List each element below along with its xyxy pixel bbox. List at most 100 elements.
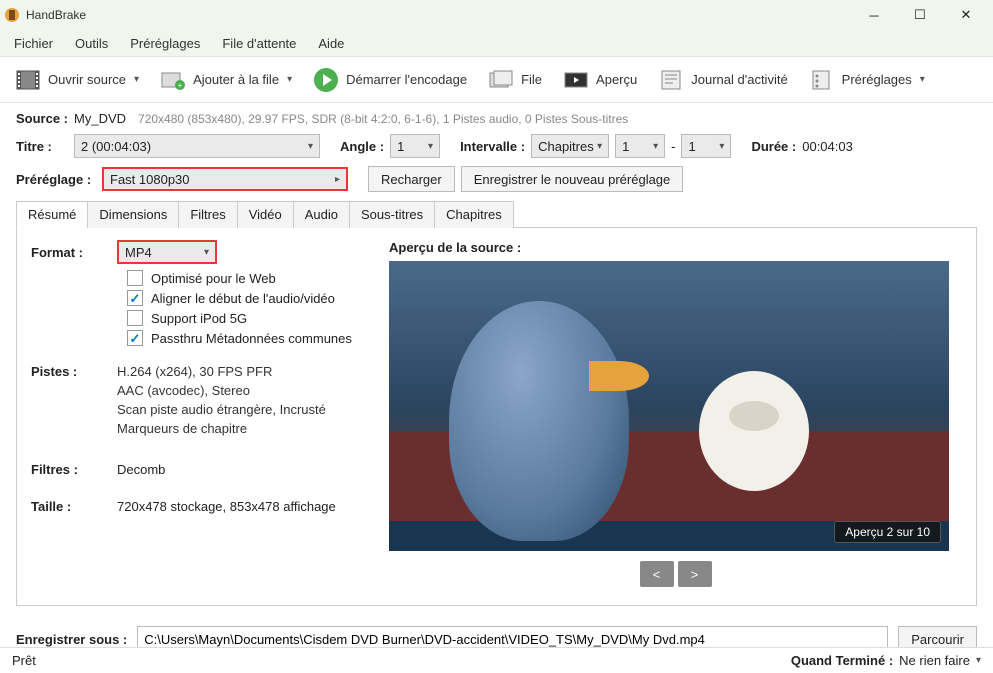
presets-button[interactable]: Préréglages ▾ [800, 62, 933, 98]
check-ipod5g[interactable]: Support iPod 5G [117, 310, 361, 326]
open-source-button[interactable]: Ouvrir source ▾ [6, 62, 147, 98]
activity-log-label: Journal d'activité [691, 72, 787, 87]
interval-from-value: 1 [622, 139, 629, 154]
presets-label: Préréglages [842, 72, 912, 87]
source-label: Source : [16, 111, 68, 126]
tracks-label: Pistes : [31, 364, 117, 440]
checkbox-icon [127, 290, 143, 306]
preview-badge: Aperçu 2 sur 10 [834, 521, 941, 543]
tab-video[interactable]: Vidéo [237, 201, 294, 228]
size-label: Taille : [31, 499, 117, 514]
interval-from-dropdown[interactable]: 1▾ [615, 134, 665, 158]
angle-dropdown[interactable]: 1▾ [390, 134, 440, 158]
statusbar: Prêt Quand Terminé : Ne rien faire ▾ [0, 647, 993, 673]
tab-chapitres[interactable]: Chapitres [434, 201, 514, 228]
interval-dash: - [671, 139, 675, 154]
open-source-label: Ouvrir source [48, 72, 126, 87]
menu-fichier[interactable]: Fichier [4, 32, 63, 55]
check-align-av[interactable]: Aligner le début de l'audio/vidéo [117, 290, 361, 306]
format-dropdown[interactable]: MP4 ▾ [117, 240, 217, 264]
preset-label: Préréglage : [16, 172, 96, 187]
play-icon [312, 66, 340, 94]
file-button[interactable]: File [479, 62, 550, 98]
preview-next-button[interactable]: > [678, 561, 712, 587]
preset-value: Fast 1080p30 [110, 172, 190, 187]
interval-to-dropdown[interactable]: 1▾ [681, 134, 731, 158]
check-passthru-meta[interactable]: Passthru Métadonnées communes [117, 330, 361, 346]
angle-label: Angle : [340, 139, 384, 154]
chevron-down-icon: ▾ [719, 141, 724, 152]
preview-prev-button[interactable]: < [640, 561, 674, 587]
toolbar: Ouvrir source ▾ + Ajouter à la file ▾ Dé… [0, 57, 993, 103]
activity-log-button[interactable]: Journal d'activité [649, 62, 795, 98]
tab-panel-resume: Format : MP4 ▾ Optimisé pour le Web Align… [16, 228, 977, 606]
when-done-value[interactable]: Ne rien faire [899, 653, 970, 668]
source-info: 720x480 (853x480), 29.97 FPS, SDR (8-bit… [138, 112, 628, 126]
presets-icon [808, 66, 836, 94]
save-preset-button[interactable]: Enregistrer le nouveau préréglage [461, 166, 684, 192]
titlebar: HandBrake ─ ☐ ✕ [0, 0, 993, 30]
menu-prereglages[interactable]: Préréglages [120, 32, 210, 55]
format-label: Format : [31, 245, 117, 260]
chevron-down-icon: ▾ [287, 74, 292, 85]
tab-resume[interactable]: Résumé [16, 201, 88, 228]
format-value: MP4 [125, 245, 152, 260]
preview-toolbar-button[interactable]: Aperçu [554, 62, 645, 98]
track-line: Scan piste audio étrangère, Incrusté [117, 402, 326, 417]
tab-sous-titres[interactable]: Sous-titres [349, 201, 435, 228]
tab-dimensions[interactable]: Dimensions [87, 201, 179, 228]
chevron-down-icon: ▾ [976, 655, 981, 666]
angle-value: 1 [397, 139, 404, 154]
title-dropdown[interactable]: 2 (00:04:03) ▾ [74, 134, 320, 158]
add-queue-label: Ajouter à la file [193, 72, 279, 87]
minimize-button[interactable]: ─ [851, 0, 897, 30]
preview-toolbar-label: Aperçu [596, 72, 637, 87]
log-icon [657, 66, 685, 94]
file-label: File [521, 72, 542, 87]
interval-to-value: 1 [688, 139, 695, 154]
menubar: Fichier Outils Préréglages File d'attent… [0, 30, 993, 57]
menu-outils[interactable]: Outils [65, 32, 118, 55]
check-web-optimized[interactable]: Optimisé pour le Web [117, 270, 361, 286]
tab-audio[interactable]: Audio [293, 201, 350, 228]
title-value: 2 (00:04:03) [81, 139, 151, 154]
preset-dropdown[interactable]: Fast 1080p30 ▸ [102, 167, 348, 191]
close-button[interactable]: ✕ [943, 0, 989, 30]
track-line: H.264 (x264), 30 FPS PFR [117, 364, 326, 379]
preview-title: Aperçu de la source : [389, 240, 962, 255]
tabs: Résumé Dimensions Filtres Vidéo Audio So… [16, 200, 977, 228]
film-icon [14, 66, 42, 94]
checkbox-icon [127, 270, 143, 286]
chevron-down-icon: ▾ [204, 247, 209, 258]
save-as-label: Enregistrer sous : [16, 632, 127, 647]
duration-label: Durée : [751, 139, 796, 154]
chevron-down-icon: ▾ [134, 74, 139, 85]
start-encode-button[interactable]: Démarrer l'encodage [304, 62, 475, 98]
menu-file-attente[interactable]: File d'attente [212, 32, 306, 55]
interval-type-value: Chapitres [538, 139, 594, 154]
svg-text:+: + [178, 81, 183, 90]
add-queue-button[interactable]: + Ajouter à la file ▾ [151, 62, 300, 98]
when-done-label: Quand Terminé : [791, 653, 893, 668]
file-icon [487, 66, 515, 94]
status-ready: Prêt [12, 653, 36, 668]
title-label: Titre : [16, 139, 68, 154]
source-name: My_DVD [74, 111, 126, 126]
chevron-down-icon: ▾ [308, 141, 313, 152]
interval-type-dropdown[interactable]: Chapitres▾ [531, 134, 609, 158]
chevron-down-icon: ▾ [920, 74, 925, 85]
chevron-down-icon: ▾ [428, 141, 433, 152]
duration-value: 00:04:03 [802, 139, 853, 154]
chevron-right-icon: ▸ [335, 174, 340, 185]
size-value: 720x478 stockage, 853x478 affichage [117, 499, 336, 514]
tab-filtres[interactable]: Filtres [178, 201, 237, 228]
checkbox-icon [127, 330, 143, 346]
filters-label: Filtres : [31, 462, 117, 477]
chevron-down-icon: ▾ [653, 141, 658, 152]
interval-label: Intervalle : [460, 139, 525, 154]
window-title: HandBrake [26, 8, 851, 22]
reload-preset-button[interactable]: Recharger [368, 166, 455, 192]
track-line: Marqueurs de chapitre [117, 421, 326, 436]
maximize-button[interactable]: ☐ [897, 0, 943, 30]
menu-aide[interactable]: Aide [308, 32, 354, 55]
